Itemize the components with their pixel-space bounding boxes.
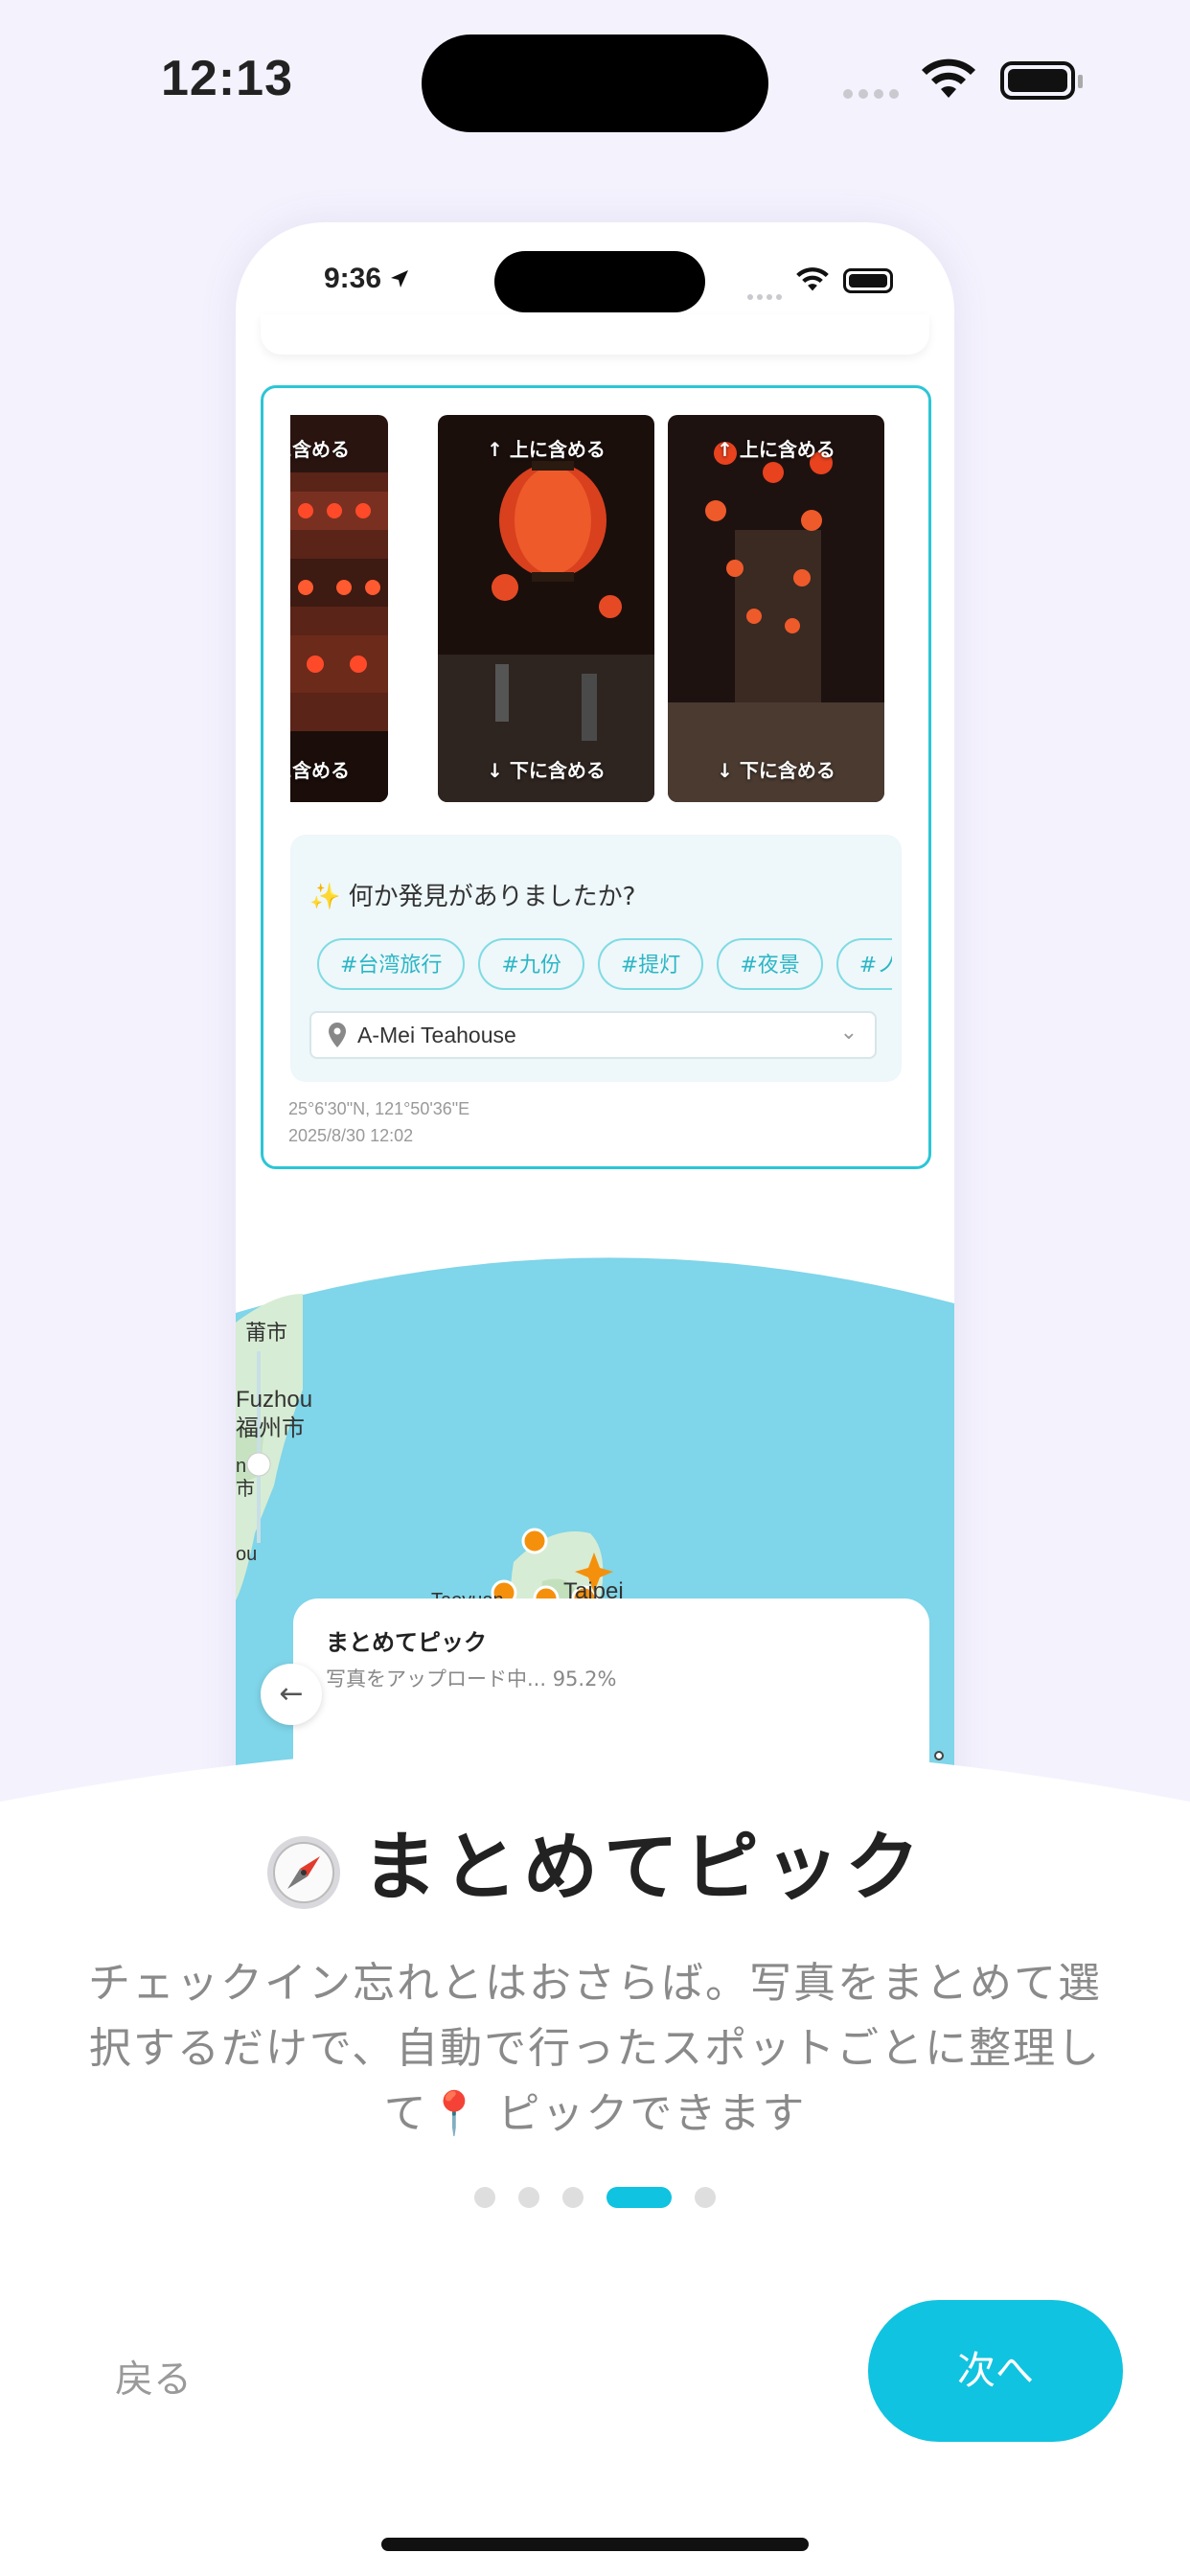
photo-strip[interactable]: 上に含める 下に含める ↑ 上に含める ↓ 下に含める [290, 415, 884, 802]
include-below-label[interactable]: ↓ 下に含める [668, 755, 884, 783]
map-label: ou [236, 1544, 257, 1565]
map-label: 莆市 [245, 1321, 287, 1345]
page-dot[interactable] [695, 2187, 716, 2208]
location-pin-icon [329, 1023, 346, 1047]
hashtag-chip[interactable]: #提灯 [597, 938, 704, 990]
discovery-panel: ✨ 何か発見がありましたか? #台湾旅行 #九份 #提灯 #夜景 #ノ A-Mei Te… [290, 835, 902, 1082]
description-line: チェックイン忘れとはおさらば。写真をまとめて選 [88, 1959, 1102, 2008]
spot-card[interactable]: 上に含める 下に含める ↑ 上に含める ↓ 下に含める [261, 385, 931, 1169]
arrow-left-icon: ← [279, 1677, 304, 1711]
map-label: n [236, 1456, 246, 1477]
location-name: A-Mei Teahouse [357, 1023, 516, 1047]
phone-dynamic-island [494, 251, 705, 312]
photo-thumbnail[interactable]: 上に含める 下に含める [290, 415, 388, 802]
wifi-icon [922, 58, 975, 98]
phone-time-text: 9:36 [324, 263, 382, 294]
hashtag-chip[interactable]: #ノ [835, 938, 892, 990]
previous-card [261, 314, 929, 355]
map-back-button[interactable]: ← [261, 1664, 322, 1725]
upload-progress-text: 写真をアップロード中... 95.2% [326, 1668, 617, 1690]
discovery-question: ✨ 何か発見がありましたか? [309, 883, 636, 911]
map-label: 市 [236, 1477, 255, 1500]
onboarding-sheet: まとめてピック チェックイン忘れとはおさらば。写真をまとめて選 択するだけで、自… [0, 1744, 1190, 2576]
include-above-label[interactable]: ↑ 上に含める [668, 434, 884, 462]
page-dot[interactable] [562, 2187, 584, 2208]
back-button[interactable]: 戻る [115, 2348, 192, 2404]
phone-status-time: 9:36 [324, 263, 410, 295]
feature-title: まとめてピック [0, 1807, 1190, 1915]
photo-thumbnail[interactable]: ↑ 上に含める ↓ 下に含める [438, 415, 654, 802]
feature-title-text: まとめてピック [361, 1825, 926, 1911]
feature-description: チェックイン忘れとはおさらば。写真をまとめて選 択するだけで、自動で行ったスポッ… [63, 1951, 1127, 2147]
photo-metadata: 25°6'30"N, 121°50'36"E 2025/8/30 12:02 [288, 1095, 469, 1149]
next-button[interactable]: 次へ [868, 2300, 1123, 2442]
hashtag-chip[interactable]: #九份 [478, 938, 584, 990]
hashtag-chip[interactable]: #夜景 [717, 938, 823, 990]
coordinates-text: 25°6'30"N, 121°50'36"E [288, 1099, 470, 1118]
description-line: て📍 ピックできます [383, 2089, 807, 2138]
page-dot[interactable] [474, 2187, 495, 2208]
phone-signal-icon [747, 286, 786, 304]
page-indicator [0, 2187, 1190, 2208]
page-dot[interactable] [518, 2187, 539, 2208]
description-line: 択するだけで、自動で行ったスポットごとに整理し [88, 2024, 1102, 2073]
include-below-label[interactable]: 下に含める [290, 755, 388, 783]
include-above-label[interactable]: ↑ 上に含める [438, 434, 654, 462]
location-arrow-icon [391, 270, 409, 288]
map-label: Fuzhou [236, 1387, 312, 1413]
include-below-label[interactable]: ↓ 下に含める [438, 755, 654, 783]
phone-mockup: 9:36 含める 含める ↑ 上に含める ↓ 下に含める ↑ 上に含める ↓ 下… [236, 222, 954, 1871]
location-select[interactable]: A-Mei Teahouse ⌄ [309, 1011, 877, 1059]
photo-thumbnail[interactable]: ↑ 上に含める ↓ 下に含める [668, 415, 884, 802]
dynamic-island [422, 34, 768, 132]
phone-battery-icon [843, 268, 893, 293]
home-indicator [381, 2538, 809, 2551]
chevron-down-icon: ⌄ [839, 1021, 858, 1045]
tag-list[interactable]: #台湾旅行 #九份 #提灯 #夜景 #ノ [317, 938, 892, 996]
cellular-signal-icon [843, 84, 904, 103]
map-label: 福州市 [236, 1414, 305, 1441]
compass-icon [266, 1835, 340, 1909]
status-bar: 12:13 [0, 0, 1190, 163]
battery-icon [1000, 61, 1083, 100]
photo-image [438, 415, 654, 802]
photo-image [668, 415, 884, 802]
phone-wifi-icon [796, 267, 829, 291]
hashtag-chip[interactable]: #台湾旅行 [317, 938, 466, 990]
status-time: 12:13 [161, 51, 293, 106]
include-above-label[interactable]: 上に含める [290, 434, 388, 462]
photo-image [290, 415, 388, 802]
progress-card-title: まとめてピック [326, 1629, 487, 1656]
page-dot-active[interactable] [606, 2187, 672, 2208]
datetime-text: 2025/8/30 12:02 [288, 1126, 414, 1145]
